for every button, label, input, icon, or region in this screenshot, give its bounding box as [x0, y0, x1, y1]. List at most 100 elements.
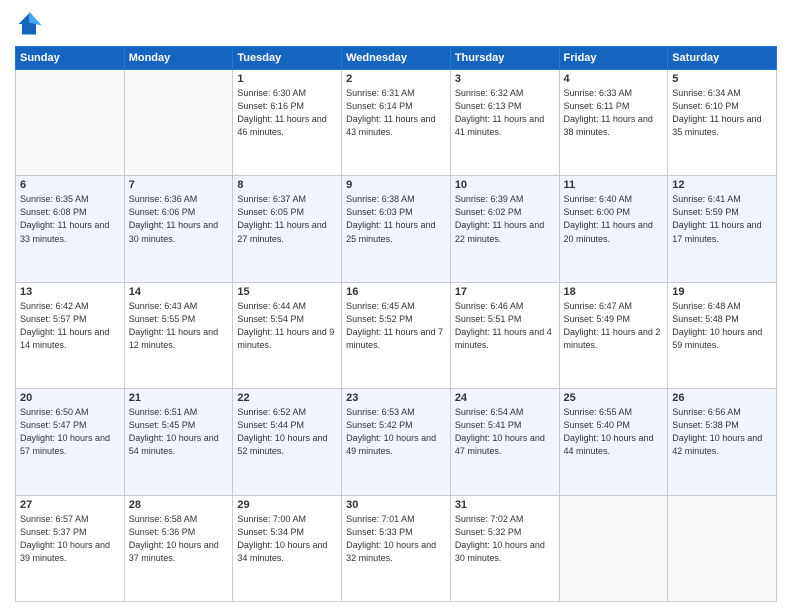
- week-row-2: 6 Sunrise: 6:35 AM Sunset: 6:08 PM Daylig…: [16, 176, 777, 282]
- day-info: Sunrise: 6:35 AM Sunset: 6:08 PM Dayligh…: [20, 193, 120, 245]
- day-header-sunday: Sunday: [16, 47, 125, 70]
- day-info: Sunrise: 6:58 AM Sunset: 5:36 PM Dayligh…: [129, 513, 229, 565]
- day-number: 29: [237, 499, 337, 511]
- calendar-cell: 30 Sunrise: 7:01 AM Sunset: 5:33 PM Dayli…: [342, 495, 451, 601]
- day-info: Sunrise: 6:53 AM Sunset: 5:42 PM Dayligh…: [346, 406, 446, 458]
- calendar-cell: 18 Sunrise: 6:47 AM Sunset: 5:49 PM Dayli…: [559, 282, 668, 388]
- calendar-cell: 25 Sunrise: 6:55 AM Sunset: 5:40 PM Dayli…: [559, 389, 668, 495]
- day-number: 20: [20, 392, 120, 404]
- day-number: 30: [346, 499, 446, 511]
- calendar-cell: 11 Sunrise: 6:40 AM Sunset: 6:00 PM Dayli…: [559, 176, 668, 282]
- week-row-3: 13 Sunrise: 6:42 AM Sunset: 5:57 PM Dayli…: [16, 282, 777, 388]
- calendar-cell: 26 Sunrise: 6:56 AM Sunset: 5:38 PM Dayli…: [668, 389, 777, 495]
- day-number: 9: [346, 179, 446, 191]
- calendar-cell: 16 Sunrise: 6:45 AM Sunset: 5:52 PM Dayli…: [342, 282, 451, 388]
- day-number: 4: [564, 73, 664, 85]
- day-number: 3: [455, 73, 555, 85]
- day-number: 1: [237, 73, 337, 85]
- day-number: 17: [455, 286, 555, 298]
- day-info: Sunrise: 6:36 AM Sunset: 6:06 PM Dayligh…: [129, 193, 229, 245]
- day-number: 22: [237, 392, 337, 404]
- calendar-cell: 8 Sunrise: 6:37 AM Sunset: 6:05 PM Daylig…: [233, 176, 342, 282]
- day-info: Sunrise: 7:00 AM Sunset: 5:34 PM Dayligh…: [237, 513, 337, 565]
- day-info: Sunrise: 6:42 AM Sunset: 5:57 PM Dayligh…: [20, 300, 120, 352]
- week-row-4: 20 Sunrise: 6:50 AM Sunset: 5:47 PM Dayli…: [16, 389, 777, 495]
- day-number: 2: [346, 73, 446, 85]
- day-number: 28: [129, 499, 229, 511]
- calendar-cell: 17 Sunrise: 6:46 AM Sunset: 5:51 PM Dayli…: [450, 282, 559, 388]
- calendar-cell: 23Sunrise: 6:53 AM Sunset: 5:42 PM Dayli…: [342, 389, 451, 495]
- day-info: Sunrise: 6:40 AM Sunset: 6:00 PM Dayligh…: [564, 193, 664, 245]
- calendar-cell: 24Sunrise: 6:54 AM Sunset: 5:41 PM Dayli…: [450, 389, 559, 495]
- day-number: 15: [237, 286, 337, 298]
- logo: [15, 10, 47, 38]
- calendar-cell: 4 Sunrise: 6:33 AM Sunset: 6:11 PM Daylig…: [559, 70, 668, 176]
- day-info: Sunrise: 6:38 AM Sunset: 6:03 PM Dayligh…: [346, 193, 446, 245]
- day-info: Sunrise: 6:47 AM Sunset: 5:49 PM Dayligh…: [564, 300, 664, 352]
- day-info: Sunrise: 6:44 AM Sunset: 5:54 PM Dayligh…: [237, 300, 337, 352]
- day-header-saturday: Saturday: [668, 47, 777, 70]
- day-header-friday: Friday: [559, 47, 668, 70]
- day-info: Sunrise: 6:55 AM Sunset: 5:40 PM Dayligh…: [564, 406, 664, 458]
- header: [15, 10, 777, 38]
- day-info: Sunrise: 6:52 AM Sunset: 5:44 PM Dayligh…: [237, 406, 337, 458]
- day-number: 8: [237, 179, 337, 191]
- day-info: Sunrise: 7:02 AM Sunset: 5:32 PM Dayligh…: [455, 513, 555, 565]
- day-number: 27: [20, 499, 120, 511]
- calendar-cell: 2Sunrise: 6:31 AM Sunset: 6:14 PM Daylig…: [342, 70, 451, 176]
- calendar-cell: 21Sunrise: 6:51 AM Sunset: 5:45 PM Dayli…: [124, 389, 233, 495]
- calendar-cell: 13 Sunrise: 6:42 AM Sunset: 5:57 PM Dayli…: [16, 282, 125, 388]
- day-number: 31: [455, 499, 555, 511]
- calendar-cell: [16, 70, 125, 176]
- day-info: Sunrise: 6:45 AM Sunset: 5:52 PM Dayligh…: [346, 300, 446, 352]
- day-info: Sunrise: 6:32 AM Sunset: 6:13 PM Dayligh…: [455, 87, 555, 139]
- day-info: Sunrise: 6:34 AM Sunset: 6:10 PM Dayligh…: [672, 87, 772, 139]
- calendar-table: SundayMondayTuesdayWednesdayThursdayFrid…: [15, 46, 777, 602]
- calendar-cell: 14 Sunrise: 6:43 AM Sunset: 5:55 PM Dayli…: [124, 282, 233, 388]
- calendar-cell: 28 Sunrise: 6:58 AM Sunset: 5:36 PM Dayli…: [124, 495, 233, 601]
- day-number: 21: [129, 392, 229, 404]
- day-header-wednesday: Wednesday: [342, 47, 451, 70]
- calendar-cell: 12 Sunrise: 6:41 AM Sunset: 5:59 PM Dayli…: [668, 176, 777, 282]
- day-info: Sunrise: 6:41 AM Sunset: 5:59 PM Dayligh…: [672, 193, 772, 245]
- day-number: 13: [20, 286, 120, 298]
- day-info: Sunrise: 7:01 AM Sunset: 5:33 PM Dayligh…: [346, 513, 446, 565]
- calendar-cell: 15 Sunrise: 6:44 AM Sunset: 5:54 PM Dayli…: [233, 282, 342, 388]
- calendar-cell: 10Sunrise: 6:39 AM Sunset: 6:02 PM Dayli…: [450, 176, 559, 282]
- logo-icon: [15, 10, 43, 38]
- day-number: 16: [346, 286, 446, 298]
- day-number: 11: [564, 179, 664, 191]
- calendar-cell: 27 Sunrise: 6:57 AM Sunset: 5:37 PM Dayli…: [16, 495, 125, 601]
- header-row: SundayMondayTuesdayWednesdayThursdayFrid…: [16, 47, 777, 70]
- day-number: 24: [455, 392, 555, 404]
- calendar-cell: 1Sunrise: 6:30 AM Sunset: 6:16 PM Daylig…: [233, 70, 342, 176]
- calendar-cell: [559, 495, 668, 601]
- calendar-cell: [668, 495, 777, 601]
- calendar-cell: 29 Sunrise: 7:00 AM Sunset: 5:34 PM Dayli…: [233, 495, 342, 601]
- day-info: Sunrise: 6:48 AM Sunset: 5:48 PM Dayligh…: [672, 300, 772, 352]
- calendar-cell: 3 Sunrise: 6:32 AM Sunset: 6:13 PM Daylig…: [450, 70, 559, 176]
- day-info: Sunrise: 6:46 AM Sunset: 5:51 PM Dayligh…: [455, 300, 555, 352]
- day-info: Sunrise: 6:33 AM Sunset: 6:11 PM Dayligh…: [564, 87, 664, 139]
- day-number: 19: [672, 286, 772, 298]
- day-number: 14: [129, 286, 229, 298]
- day-number: 25: [564, 392, 664, 404]
- calendar-cell: 22 Sunrise: 6:52 AM Sunset: 5:44 PM Dayli…: [233, 389, 342, 495]
- day-header-monday: Monday: [124, 47, 233, 70]
- day-number: 26: [672, 392, 772, 404]
- day-info: Sunrise: 6:37 AM Sunset: 6:05 PM Dayligh…: [237, 193, 337, 245]
- day-info: Sunrise: 6:39 AM Sunset: 6:02 PM Dayligh…: [455, 193, 555, 245]
- calendar-cell: 20 Sunrise: 6:50 AM Sunset: 5:47 PM Dayli…: [16, 389, 125, 495]
- day-number: 12: [672, 179, 772, 191]
- day-info: Sunrise: 6:56 AM Sunset: 5:38 PM Dayligh…: [672, 406, 772, 458]
- day-info: Sunrise: 6:57 AM Sunset: 5:37 PM Dayligh…: [20, 513, 120, 565]
- calendar-cell: 6 Sunrise: 6:35 AM Sunset: 6:08 PM Daylig…: [16, 176, 125, 282]
- calendar-cell: 7 Sunrise: 6:36 AM Sunset: 6:06 PM Daylig…: [124, 176, 233, 282]
- day-info: Sunrise: 6:50 AM Sunset: 5:47 PM Dayligh…: [20, 406, 120, 458]
- day-info: Sunrise: 6:43 AM Sunset: 5:55 PM Dayligh…: [129, 300, 229, 352]
- day-header-tuesday: Tuesday: [233, 47, 342, 70]
- day-number: 6: [20, 179, 120, 191]
- day-number: 18: [564, 286, 664, 298]
- day-number: 7: [129, 179, 229, 191]
- calendar-cell: 19 Sunrise: 6:48 AM Sunset: 5:48 PM Dayli…: [668, 282, 777, 388]
